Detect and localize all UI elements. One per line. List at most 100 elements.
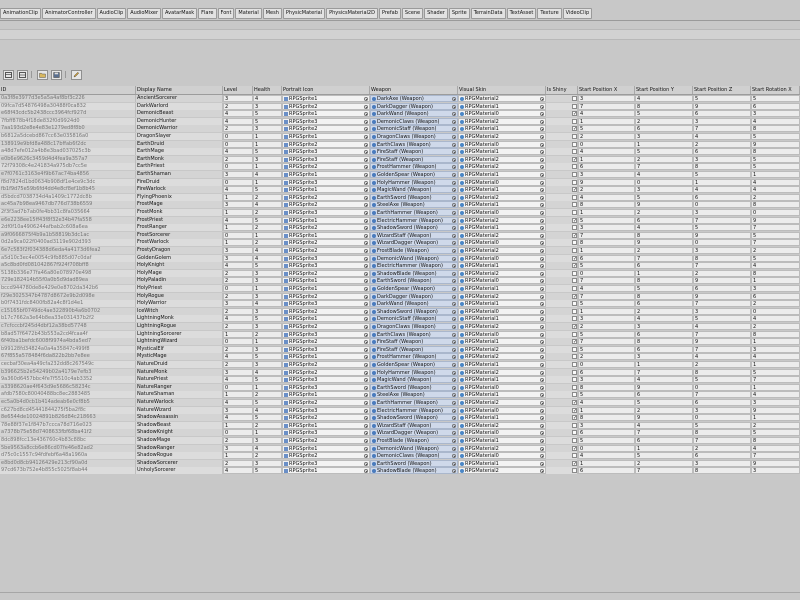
visual-skin-field[interactable]: RPGMaterial2 (458, 353, 546, 361)
table-row[interactable]: 78e88f37e1f847b7ccca78d716e023 ShadowBeas… (0, 421, 800, 429)
weapon-header[interactable]: Weapon (370, 86, 458, 94)
start-rotation-x-field[interactable]: 2 (751, 193, 800, 201)
object-picker-icon[interactable] (452, 165, 456, 170)
start-position-y-field[interactable]: 6 (635, 330, 693, 338)
portrait-icon-field[interactable]: RPGSprite3 (282, 300, 370, 308)
level-field[interactable]: 4 (223, 467, 253, 475)
start-position-z-field[interactable]: 8 (693, 467, 751, 475)
weapon-field[interactable]: FrostBlade (Weapon) (370, 437, 458, 444)
table-row[interactable]: a9f0666875f4b9a1b58819b3dc1ac FrostSorcer… (0, 231, 800, 239)
health-field[interactable]: 3 (253, 345, 282, 353)
start-position-x-field[interactable]: 0 (578, 140, 635, 148)
weapon-field[interactable]: EarthSword (Weapon) (370, 459, 458, 467)
object-picker-icon[interactable] (364, 393, 368, 398)
start-position-y-field[interactable]: 5 (635, 285, 693, 292)
table-row[interactable]: e8bd0d8cb94126429e213cf90a0d ShadowSorcer… (0, 459, 800, 467)
start-position-z-field[interactable]: 9 (693, 231, 751, 239)
portrait-icon-field[interactable]: RPGSprite3 (282, 383, 370, 391)
tab-audioclip[interactable]: AudioClip (96, 8, 127, 19)
table-row[interactable]: 5be9563a8ccb6e86cd07fe46e82ad2 ShadowRang… (0, 444, 800, 452)
level-field[interactable]: 0 (223, 163, 253, 171)
tab-physicmaterial[interactable]: PhysicMaterial (282, 8, 326, 19)
is-shiny-checkbox[interactable] (572, 126, 577, 132)
object-picker-icon[interactable] (452, 317, 456, 322)
weapon-field[interactable]: EarthSword (Weapon) (370, 193, 458, 201)
start-position-z-field[interactable]: 5 (693, 171, 751, 178)
object-picker-icon[interactable] (452, 271, 456, 276)
display-name-cell[interactable]: NatureShaman (136, 391, 223, 399)
start-position-z-field[interactable]: 3 (693, 459, 751, 467)
display-name-cell[interactable]: HolyKnight (136, 262, 223, 270)
object-picker-icon[interactable] (452, 294, 456, 299)
object-picker-icon[interactable] (364, 165, 368, 170)
start-position-y-field[interactable]: 5 (635, 399, 693, 406)
add-row-icon[interactable] (17, 70, 28, 80)
portrait-icon-field[interactable]: RPGSprite1 (282, 353, 370, 361)
visual-skin-field[interactable]: RPGMaterial0 (458, 110, 546, 118)
visual-skin-field[interactable]: RPGMaterial1 (458, 391, 546, 399)
portrait-icon-field[interactable]: RPGSprite2 (282, 239, 370, 247)
is-shiny-checkbox[interactable] (572, 179, 577, 185)
weapon-field[interactable]: DemonicStaff (Weapon) (370, 125, 458, 133)
start-position-y-field[interactable]: 2 (635, 307, 693, 315)
display-name-cell[interactable]: MysticalElf (136, 345, 223, 353)
start-rotation-x-field[interactable]: 0 (751, 209, 800, 216)
start-position-y-field[interactable]: 8 (635, 338, 693, 346)
start-position-z-field[interactable]: 8 (693, 368, 751, 376)
start-position-y-field[interactable]: 3 (635, 186, 693, 194)
level-field[interactable]: 1 (223, 193, 253, 201)
health-field[interactable]: 1 (253, 231, 282, 239)
object-picker-icon[interactable] (452, 423, 456, 428)
table-row[interactable]: c627bd8cd45441844275f5ba2f8c NatureWizard… (0, 406, 800, 414)
start-rotation-x-field[interactable]: 5 (751, 254, 800, 262)
start-position-z-field[interactable]: 0 (693, 383, 751, 391)
start-rotation-x-field[interactable]: 8 (751, 437, 800, 444)
start-position-x-field[interactable]: 2 (578, 186, 635, 194)
start-position-z-field[interactable]: 7 (693, 125, 751, 133)
table-row[interactable]: ac45a7b98ea9467db776d738b6559 FrostMage 3 4… (0, 201, 800, 209)
start-position-x-field[interactable]: 7 (578, 102, 635, 110)
health-field[interactable]: 5 (253, 399, 282, 406)
visual-skin-field[interactable]: RPGMaterial1 (458, 148, 546, 156)
portrait-icon-field[interactable]: RPGSprite3 (282, 376, 370, 384)
start-position-y-field[interactable]: 7 (635, 163, 693, 171)
start-position-z-field[interactable]: 2 (693, 140, 751, 148)
level-field[interactable]: 2 (223, 307, 253, 315)
object-picker-icon[interactable] (452, 157, 456, 162)
portrait-icon-field[interactable]: RPGSprite2 (282, 102, 370, 110)
object-picker-icon[interactable] (364, 461, 368, 466)
level-field[interactable]: 3 (223, 444, 253, 452)
start-rotation-x-field[interactable]: 8 (751, 148, 800, 156)
start-rotation-x-field[interactable]: 0 (751, 307, 800, 315)
is-shiny-checkbox[interactable] (572, 172, 577, 177)
object-picker-icon[interactable] (540, 271, 544, 276)
is-shiny-checkbox[interactable] (572, 96, 577, 101)
table-row[interactable]: c15165bf0749dc4ae322890b4a6b0702 IceWitch… (0, 307, 800, 315)
object-picker-icon[interactable] (364, 112, 368, 117)
visual-skin-field[interactable]: RPGMaterial0 (458, 330, 546, 338)
is-shiny-checkbox[interactable] (572, 468, 577, 474)
start-position-x-field[interactable]: 1 (578, 406, 635, 414)
object-picker-icon[interactable] (364, 385, 368, 390)
health-field[interactable]: 4 (253, 254, 282, 262)
start-position-y-field[interactable]: 5 (635, 193, 693, 201)
start-position-y-field[interactable]: 7 (635, 254, 693, 262)
object-picker-icon[interactable] (452, 249, 456, 253)
object-picker-icon[interactable] (540, 385, 544, 390)
portrait-icon-field[interactable]: RPGSprite2 (282, 323, 370, 330)
start-position-x-field[interactable]: 4 (578, 452, 635, 460)
health-field[interactable]: 3 (253, 307, 282, 315)
is-shiny-checkbox[interactable] (572, 453, 577, 459)
start-position-z-field[interactable]: 7 (693, 391, 751, 399)
portrait-icon-field[interactable]: RPGSprite3 (282, 262, 370, 270)
level-field[interactable]: 4 (223, 315, 253, 323)
start-position-x-field[interactable]: 1 (578, 155, 635, 163)
display-name-cell[interactable]: UnholySorcerer (136, 467, 223, 475)
display-name-cell[interactable]: HolyPaladin (136, 277, 223, 285)
start-position-z-field[interactable]: 7 (693, 345, 751, 353)
object-picker-icon[interactable] (452, 393, 456, 398)
table-row[interactable]: 67f855a578484f6da822b2bb7e8ee MysticMage 4… (0, 353, 800, 361)
object-picker-icon[interactable] (540, 461, 544, 466)
weapon-field[interactable]: EarthClaws (Weapon) (370, 140, 458, 148)
portrait-icon-field[interactable]: RPGSprite1 (282, 216, 370, 224)
